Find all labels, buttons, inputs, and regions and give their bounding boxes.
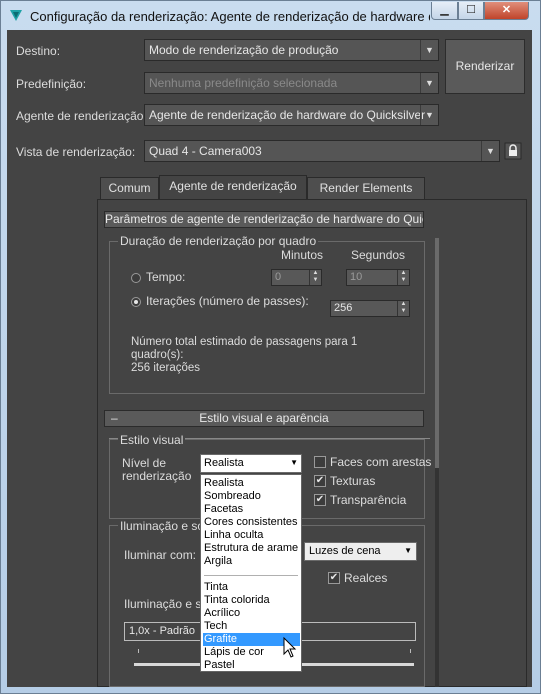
- estilo-rollout-header[interactable]: – Estilo visual e aparência: [104, 410, 424, 427]
- tempo-label: Tempo:: [146, 270, 186, 284]
- ilum-sub-label: Iluminação e so: [124, 597, 209, 611]
- tab-render-elements[interactable]: Render Elements: [307, 177, 425, 199]
- slider-tick: [410, 649, 411, 653]
- texturas-checkbox[interactable]: ✔: [314, 475, 326, 487]
- estilo-visual-group-label: Estilo visual: [118, 433, 186, 447]
- app-icon: [10, 10, 22, 21]
- chevron-down-icon: ▼: [420, 73, 438, 93]
- dropdown-item[interactable]: Tinta: [203, 581, 300, 594]
- dropdown-item[interactable]: Sombreado: [203, 490, 300, 503]
- predef-select[interactable]: Nenhuma predefinição selecionada ▼: [144, 72, 439, 94]
- close-button[interactable]: ✕: [484, 2, 529, 20]
- spinner-arrows-icon[interactable]: ▲ ▼: [309, 270, 321, 285]
- tab-comum[interactable]: Comum: [100, 177, 159, 199]
- tempo-radio[interactable]: [131, 273, 141, 283]
- lock-icon[interactable]: [504, 142, 522, 160]
- realces-checkbox[interactable]: ✔: [328, 572, 340, 584]
- nivel-value: Realista: [204, 457, 244, 469]
- render-button[interactable]: Renderizar: [445, 39, 525, 94]
- estimate-line-1: Número total estimado de passagens para …: [131, 336, 358, 348]
- iluminar-value: Luzes de cena: [309, 545, 381, 557]
- transparencia-checkbox[interactable]: ✔: [314, 494, 326, 506]
- destino-select[interactable]: Modo de renderização de produção ▼: [144, 39, 439, 61]
- realces-label: Realces: [344, 571, 388, 585]
- tab-agente[interactable]: Agente de renderização: [159, 175, 307, 200]
- predef-label: Predefinição:: [16, 77, 87, 91]
- dropdown-item[interactable]: Realista: [203, 477, 300, 490]
- nivel-label-2: renderização: [122, 469, 192, 483]
- vista-value: Quad 4 - Camera003: [149, 144, 262, 158]
- spinner-arrows-icon[interactable]: ▲ ▼: [397, 301, 409, 316]
- predef-value: Nenhuma predefinição selecionada: [149, 76, 338, 90]
- tempo-minutes-spinner[interactable]: 0 ▲ ▼: [271, 269, 322, 286]
- dropdown-item[interactable]: Linha oculta: [203, 529, 300, 542]
- texturas-label: Texturas: [330, 474, 376, 488]
- destino-value: Modo de renderização de produção: [149, 43, 339, 57]
- dropdown-item[interactable]: Cores consistentes: [203, 516, 300, 529]
- destino-label: Destino:: [16, 44, 61, 58]
- dropdown-item[interactable]: Estrutura de arame: [203, 542, 300, 555]
- spinner-arrows-icon[interactable]: ▲ ▼: [397, 270, 409, 285]
- agente-label: Agente de renderização:: [16, 109, 147, 123]
- title-bar[interactable]: Configuração da renderização: Agente de …: [1, 1, 540, 31]
- chevron-down-icon: ▼: [420, 40, 438, 60]
- duracao-group-label: Duração de renderização por quadro: [118, 234, 319, 248]
- vista-label: Vista de renderização:: [16, 145, 136, 159]
- iteracoes-spinner[interactable]: 256 ▲ ▼: [330, 300, 410, 317]
- window-title: Configuração da renderização: Agente de …: [30, 9, 430, 24]
- iluminar-select[interactable]: Luzes de cena ▼: [304, 542, 417, 561]
- iluminar-label: Iluminar com:: [124, 548, 197, 562]
- collapse-icon[interactable]: –: [111, 411, 118, 426]
- slider-tick: [138, 649, 139, 653]
- iteracoes-label: Iterações (número de passes):: [146, 294, 309, 308]
- chevron-down-icon: ▼: [420, 105, 438, 125]
- segundos-label: Segundos: [351, 248, 406, 262]
- minimize-button[interactable]: ▁: [431, 2, 458, 20]
- nivel-select[interactable]: Realista ▼: [200, 454, 302, 473]
- nivel-label-1: Nível de: [122, 456, 167, 470]
- chevron-down-icon: ▼: [290, 458, 298, 467]
- panel-scrollbar-thumb[interactable]: [435, 238, 439, 468]
- estimate-line-2: quadro(s):: [131, 349, 184, 361]
- params-rollout-header[interactable]: Parâmetros de agente de renderização de …: [104, 211, 424, 228]
- dropdown-item[interactable]: Facetas: [203, 503, 300, 516]
- iteracoes-radio[interactable]: [131, 297, 141, 307]
- mouse-cursor-icon: [283, 637, 297, 658]
- transparencia-label: Transparência: [330, 493, 407, 507]
- faces-label: Faces com arestas: [330, 455, 432, 469]
- estilo-rollout-title: Estilo visual e aparência: [199, 411, 329, 425]
- dropdown-item[interactable]: Tech: [203, 620, 300, 633]
- dropdown-item[interactable]: Pastel: [203, 659, 300, 672]
- dropdown-item[interactable]: Argila: [203, 555, 300, 568]
- maximize-button[interactable]: ☐: [458, 2, 484, 20]
- agente-select[interactable]: Agente de renderização de hardware do Qu…: [144, 104, 439, 126]
- dropdown-item[interactable]: Tinta colorida: [203, 594, 300, 607]
- tempo-seconds-spinner[interactable]: 10 ▲ ▼: [346, 269, 410, 286]
- chevron-down-icon: ▼: [404, 546, 412, 555]
- faces-checkbox[interactable]: [314, 456, 326, 468]
- vista-select[interactable]: Quad 4 - Camera003 ▼: [144, 140, 500, 162]
- minutos-label: Minutos: [281, 248, 324, 262]
- chevron-down-icon: ▼: [481, 141, 499, 161]
- tempo-minutes-value: 0: [275, 271, 282, 283]
- tempo-seconds-value: 10: [350, 271, 363, 283]
- dropdown-separator: [204, 575, 298, 576]
- agente-value: Agente de renderização de hardware do Qu…: [149, 108, 426, 122]
- dropdown-item[interactable]: Acrílico: [203, 607, 300, 620]
- estimate-line-3: 256 iterações: [131, 362, 201, 374]
- preset-value: 1,0x - Padrão: [129, 625, 196, 637]
- iteracoes-value: 256: [334, 302, 353, 314]
